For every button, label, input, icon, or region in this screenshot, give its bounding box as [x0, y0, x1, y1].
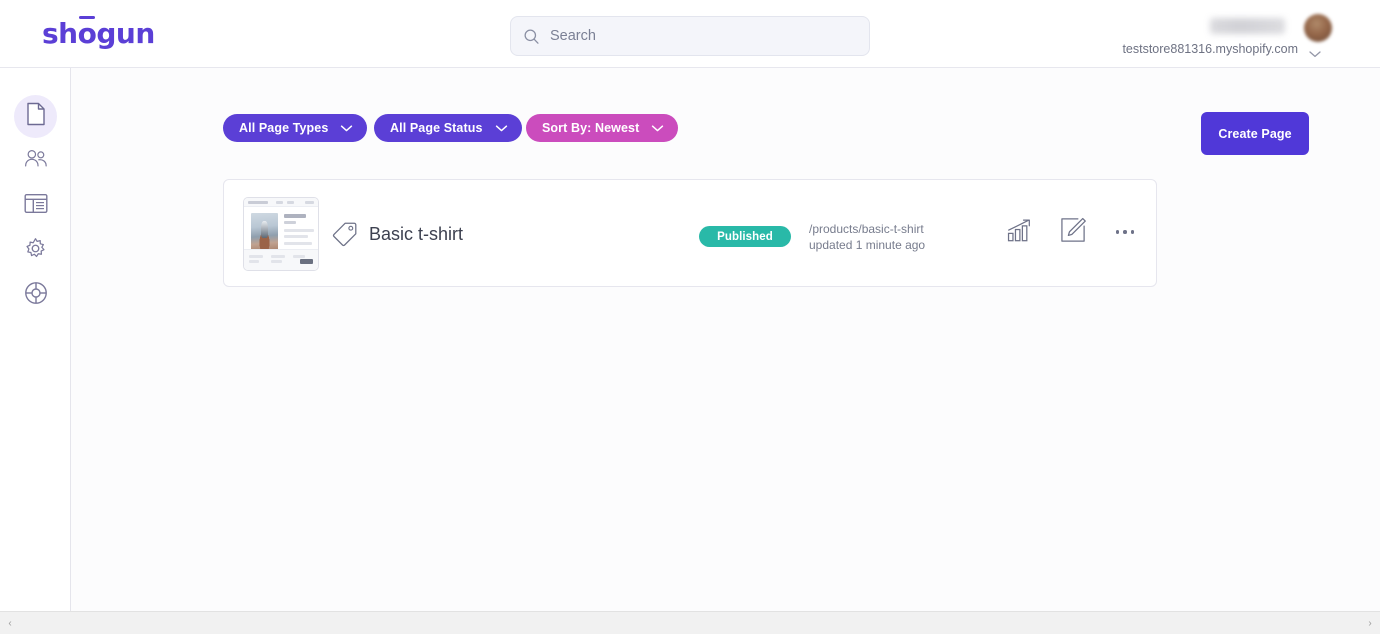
row-actions: [1006, 217, 1137, 247]
filter-sort-by-label: Sort By: Newest: [542, 121, 640, 135]
filter-page-types[interactable]: All Page Types: [223, 114, 368, 142]
filter-toolbar: All Page Types All Page Status Sort By: …: [223, 112, 1309, 155]
users-icon: [24, 148, 48, 173]
scroll-left-arrow-icon[interactable]: ‹: [5, 618, 15, 629]
store-name: teststore881316.myshopify.com: [1122, 42, 1298, 56]
more-options-button[interactable]: [1114, 226, 1137, 238]
page-updated: updated 1 minute ago: [809, 238, 926, 252]
search-icon: [523, 28, 540, 45]
search-input[interactable]: [550, 28, 857, 44]
layout-icon: [24, 193, 48, 219]
main-content: All Page Types All Page Status Sort By: …: [71, 68, 1380, 611]
app-window: shogun teststore881316.myshopify.com: [0, 0, 1380, 634]
status-badge: Published: [699, 226, 791, 247]
chevron-down-icon[interactable]: [1308, 46, 1322, 58]
shogun-logo[interactable]: shogun: [42, 16, 155, 50]
horizontal-scrollbar[interactable]: ‹ ›: [0, 611, 1380, 634]
lifebuoy-icon: [24, 281, 48, 310]
page-meta: /products/basic-t-shirt updated 1 minute…: [809, 221, 925, 253]
create-page-button[interactable]: Create Page: [1201, 112, 1309, 155]
filter-page-types-label: All Page Types: [239, 121, 329, 135]
avatar[interactable]: [1304, 14, 1332, 42]
top-bar: shogun teststore881316.myshopify.com: [0, 0, 1380, 68]
edit-icon: [1060, 217, 1087, 247]
account-menu[interactable]: teststore881316.myshopify.com: [1110, 8, 1360, 64]
sidebar-item-users[interactable]: [14, 139, 57, 182]
gear-icon: [24, 237, 47, 265]
page-path: /products/basic-t-shirt: [809, 222, 924, 236]
sidebar-item-help[interactable]: [14, 274, 57, 317]
filter-sort-by[interactable]: Sort By: Newest: [526, 114, 679, 142]
analytics-icon: [1007, 218, 1032, 246]
more-options-icon: [1123, 230, 1127, 234]
thumbnail-footer: [244, 249, 318, 270]
chevron-down-icon: [495, 124, 508, 133]
analytics-button[interactable]: [1006, 218, 1034, 246]
filter-page-status-label: All Page Status: [390, 121, 483, 135]
page-icon: [26, 102, 46, 131]
page-thumbnail[interactable]: [243, 197, 319, 271]
page-title[interactable]: Basic t-shirt: [369, 221, 463, 247]
filter-page-status[interactable]: All Page Status: [374, 114, 522, 142]
sidebar-item-pages[interactable]: [14, 95, 57, 138]
tag-icon: [332, 221, 358, 247]
chevron-down-icon: [651, 124, 664, 133]
search-bar[interactable]: [510, 16, 870, 56]
scroll-right-arrow-icon[interactable]: ›: [1365, 618, 1375, 629]
chevron-down-icon: [340, 124, 353, 133]
sidebar-item-templates[interactable]: [14, 184, 57, 227]
edit-button[interactable]: [1060, 217, 1088, 247]
account-user-name: [1210, 18, 1285, 34]
sidebar-item-settings[interactable]: [14, 229, 57, 272]
sidebar: [0, 68, 71, 611]
thumbnail-header: [244, 198, 318, 207]
more-options-icon: [1130, 230, 1134, 234]
more-options-icon: [1115, 230, 1119, 234]
table-row[interactable]: Basic t-shirt Published /products/basic-…: [223, 179, 1157, 287]
thumbnail-product-image: [251, 213, 278, 251]
